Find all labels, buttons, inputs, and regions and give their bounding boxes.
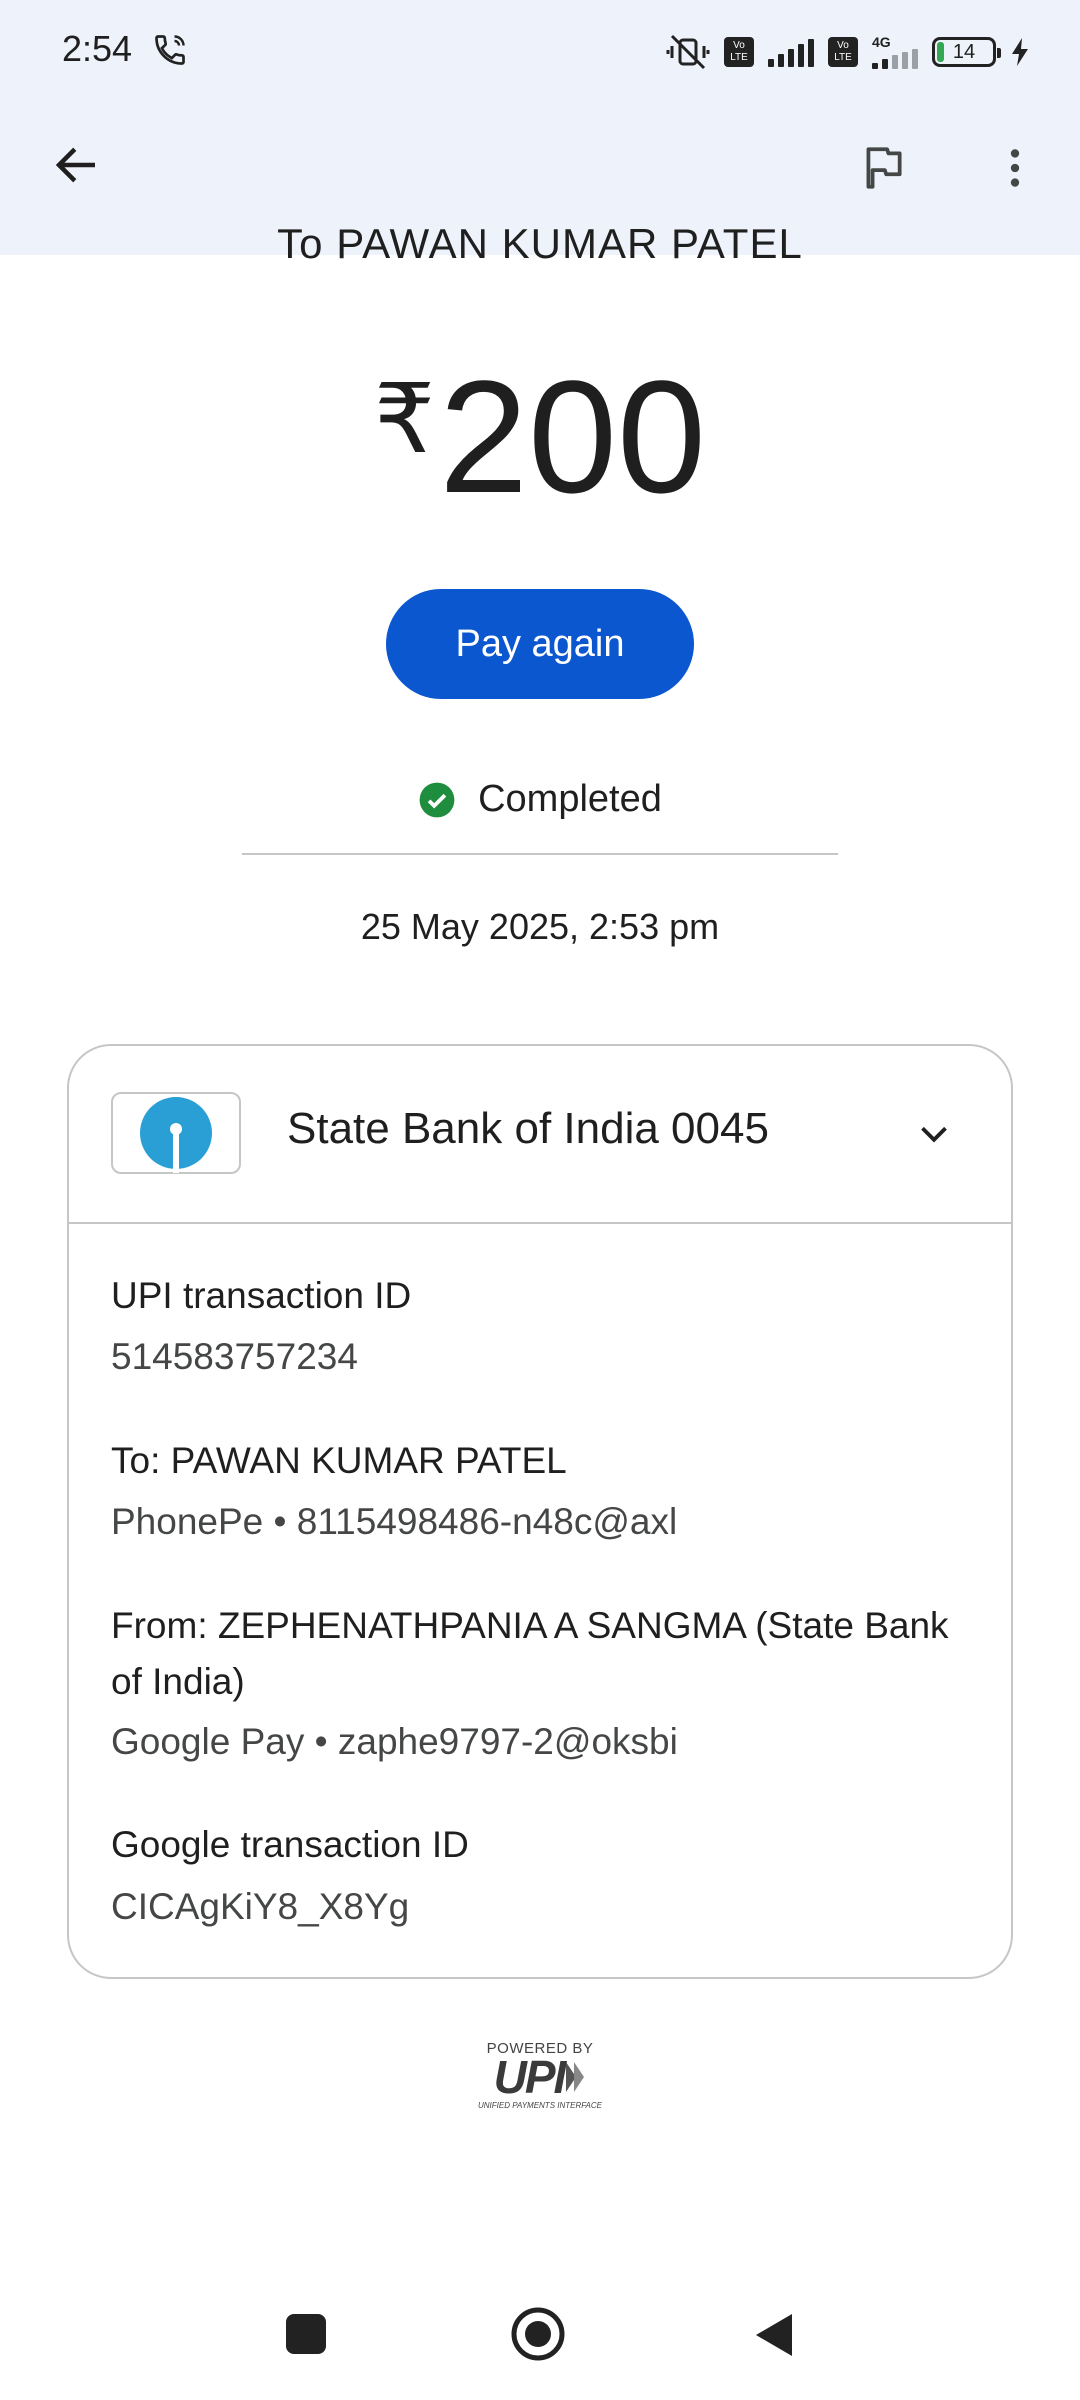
system-nav-bar <box>0 2290 1080 2400</box>
battery-icon: 14 <box>932 37 1001 67</box>
volte-badge-1: Vo LTE <box>724 37 754 67</box>
battery-level: 14 <box>952 40 976 63</box>
volte-badge-2: Vo LTE <box>828 37 858 67</box>
bank-name: State Bank of India 0045 <box>287 1104 769 1153</box>
network-type: 4G <box>872 34 891 50</box>
recents-button[interactable] <box>286 2314 326 2354</box>
transaction-datetime: 25 May 2025, 2:53 pm <box>360 906 720 947</box>
upi-text: UPI <box>493 2051 567 2103</box>
charging-icon <box>1012 38 1028 66</box>
upi-transaction-id-label: UPI transaction ID <box>111 1275 412 1316</box>
upi-subtitle: UNIFIED PAYMENTS INTERFACE <box>477 2101 602 2110</box>
sbi-logo-icon <box>140 1097 212 1173</box>
signal-icon-1 <box>768 37 814 67</box>
transaction-details-card: State Bank of India 0045 UPI transaction… <box>67 1044 1013 1979</box>
status-text: Completed <box>478 778 662 820</box>
network-indicator: 4G <box>872 35 918 69</box>
volte-text-2: Vo LTE <box>834 40 852 63</box>
to-value: PhonePe • 8115498486-n48c@axl <box>111 1501 678 1542</box>
status-icons: Vo LTE Vo LTE 4G 14 <box>666 30 1030 74</box>
call-icon <box>155 35 185 65</box>
currency-symbol: ₹ <box>373 366 436 473</box>
volte-text-1: Vo LTE <box>730 40 748 63</box>
amount: ₹200 <box>0 340 1080 517</box>
card-divider <box>69 1222 1011 1224</box>
recipient-heading: To PAWAN KUMAR PATEL <box>277 220 803 267</box>
amount-value: 200 <box>439 347 707 526</box>
upi-arrow-icon <box>566 2062 585 2092</box>
google-transaction-id-label: Google transaction ID <box>111 1824 469 1865</box>
upi-logo: POWERED BY UPI UNIFIED PAYMENTS INTERFAC… <box>466 2040 614 2120</box>
more-vert-icon[interactable] <box>990 143 1040 193</box>
status-bar: 2:54 Vo LTE Vo LTE 4G 14 <box>0 0 1080 105</box>
status-row: Completed <box>0 778 1080 821</box>
pay-again-button[interactable]: Pay again <box>386 589 694 699</box>
google-transaction-id-value: CICAgKiY8_X8Yg <box>111 1886 410 1927</box>
back-arrow-icon[interactable] <box>50 138 104 192</box>
from-label: From: ZEPHENATHPANIA A SANGMA (State Ban… <box>111 1605 949 1702</box>
chevron-down-icon[interactable] <box>911 1111 957 1157</box>
back-button[interactable] <box>752 2312 794 2358</box>
check-circle-icon <box>419 782 455 817</box>
from-value: Google Pay • zaphe9797-2@oksbi <box>111 1721 678 1762</box>
status-time: 2:54 <box>62 28 133 69</box>
upi-mark: UPI <box>466 2051 614 2103</box>
home-button[interactable] <box>510 2306 566 2362</box>
divider <box>242 853 838 855</box>
to-label: To: PAWAN KUMAR PATEL <box>111 1440 567 1481</box>
signal-icon-2 <box>872 49 918 69</box>
upi-transaction-id-value: 514583757234 <box>111 1336 358 1377</box>
vibrate-mute-icon <box>666 34 710 70</box>
bank-account-row[interactable]: State Bank of India 0045 <box>69 1046 1011 1222</box>
flag-icon[interactable] <box>858 143 908 193</box>
bank-logo <box>111 1092 241 1174</box>
